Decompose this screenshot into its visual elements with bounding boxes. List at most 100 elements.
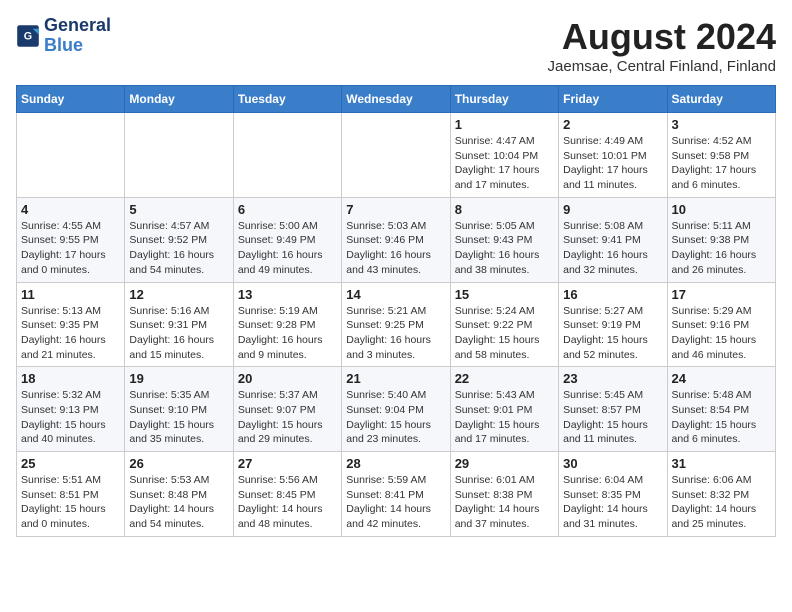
weekday-header-row: SundayMondayTuesdayWednesdayThursdayFrid… [17, 86, 776, 113]
month-year-title: August 2024 [548, 16, 776, 58]
calendar-cell [233, 113, 341, 198]
day-info: Sunrise: 5:43 AM Sunset: 9:01 PM Dayligh… [455, 388, 554, 447]
day-info: Sunrise: 4:57 AM Sunset: 9:52 PM Dayligh… [129, 219, 228, 278]
calendar-cell: 25Sunrise: 5:51 AM Sunset: 8:51 PM Dayli… [17, 452, 125, 537]
day-info: Sunrise: 6:01 AM Sunset: 8:38 PM Dayligh… [455, 473, 554, 532]
calendar-cell: 17 Sunrise: 5:29 AM Sunset: 9:16 PM Dayli… [667, 282, 775, 367]
calendar-cell [17, 113, 125, 198]
day-info: Sunrise: 5:51 AM Sunset: 8:51 PM Dayligh… [21, 473, 120, 532]
day-info: Sunrise: 5:16 AM Sunset: 9:31 PM Dayligh… [129, 304, 228, 363]
calendar-cell: 11 Sunrise: 5:13 AM Sunset: 9:35 PM Dayli… [17, 282, 125, 367]
weekday-header: Saturday [667, 86, 775, 113]
calendar-cell: 29 Sunrise: 6:01 AM Sunset: 8:38 PM Dayli… [450, 452, 558, 537]
calendar-cell: 10 Sunrise: 5:11 AM Sunset: 9:38 PM Dayli… [667, 197, 775, 282]
calendar-cell: 28 Sunrise: 5:59 AM Sunset: 8:41 PM Dayli… [342, 452, 450, 537]
day-info: Sunrise: 4:49 AM Sunset: 10:01 PM Daylig… [563, 134, 662, 193]
day-info: Sunrise: 5:37 AM Sunset: 9:07 PM Dayligh… [238, 388, 337, 447]
weekday-header: Monday [125, 86, 233, 113]
calendar-cell: 18Sunrise: 5:32 AM Sunset: 9:13 PM Dayli… [17, 367, 125, 452]
day-number: 1 [455, 117, 554, 132]
day-number: 4 [21, 202, 120, 217]
day-info: Sunrise: 5:00 AM Sunset: 9:49 PM Dayligh… [238, 219, 337, 278]
day-number: 27 [238, 456, 337, 471]
calendar-cell: 12 Sunrise: 5:16 AM Sunset: 9:31 PM Dayli… [125, 282, 233, 367]
weekday-header: Thursday [450, 86, 558, 113]
day-info: Sunrise: 5:59 AM Sunset: 8:41 PM Dayligh… [346, 473, 445, 532]
logo: G General Blue [16, 16, 111, 56]
day-info: Sunrise: 5:48 AM Sunset: 8:54 PM Dayligh… [672, 388, 771, 447]
day-number: 18 [21, 371, 120, 386]
weekday-header: Sunday [17, 86, 125, 113]
calendar-cell: 23 Sunrise: 5:45 AM Sunset: 8:57 PM Dayli… [559, 367, 667, 452]
calendar-week-row: 1 Sunrise: 4:47 AM Sunset: 10:04 PM Dayli… [17, 113, 776, 198]
calendar-cell: 1 Sunrise: 4:47 AM Sunset: 10:04 PM Dayli… [450, 113, 558, 198]
day-number: 19 [129, 371, 228, 386]
logo-line2: Blue [44, 35, 83, 55]
day-number: 21 [346, 371, 445, 386]
svg-text:G: G [24, 30, 32, 42]
day-number: 17 [672, 287, 771, 302]
day-number: 12 [129, 287, 228, 302]
day-info: Sunrise: 5:08 AM Sunset: 9:41 PM Dayligh… [563, 219, 662, 278]
title-section: August 2024 Jaemsae, Central Finland, Fi… [548, 16, 776, 75]
calendar-cell: 14 Sunrise: 5:21 AM Sunset: 9:25 PM Dayli… [342, 282, 450, 367]
day-number: 23 [563, 371, 662, 386]
calendar-week-row: 4Sunrise: 4:55 AM Sunset: 9:55 PM Daylig… [17, 197, 776, 282]
day-info: Sunrise: 5:21 AM Sunset: 9:25 PM Dayligh… [346, 304, 445, 363]
day-info: Sunrise: 5:13 AM Sunset: 9:35 PM Dayligh… [21, 304, 120, 363]
day-info: Sunrise: 5:53 AM Sunset: 8:48 PM Dayligh… [129, 473, 228, 532]
logo-line1: General [44, 16, 111, 36]
day-number: 3 [672, 117, 771, 132]
calendar-cell: 13 Sunrise: 5:19 AM Sunset: 9:28 PM Dayli… [233, 282, 341, 367]
logo-icon: G [16, 24, 40, 48]
day-info: Sunrise: 6:04 AM Sunset: 8:35 PM Dayligh… [563, 473, 662, 532]
calendar-cell: 22 Sunrise: 5:43 AM Sunset: 9:01 PM Dayli… [450, 367, 558, 452]
day-info: Sunrise: 5:45 AM Sunset: 8:57 PM Dayligh… [563, 388, 662, 447]
day-number: 9 [563, 202, 662, 217]
day-number: 24 [672, 371, 771, 386]
calendar-cell: 8Sunrise: 5:05 AM Sunset: 9:43 PM Daylig… [450, 197, 558, 282]
logo-text: General Blue [44, 16, 111, 56]
calendar-cell: 30 Sunrise: 6:04 AM Sunset: 8:35 PM Dayli… [559, 452, 667, 537]
calendar-cell: 19 Sunrise: 5:35 AM Sunset: 9:10 PM Dayli… [125, 367, 233, 452]
calendar-cell: 2 Sunrise: 4:49 AM Sunset: 10:01 PM Dayli… [559, 113, 667, 198]
day-number: 11 [21, 287, 120, 302]
calendar-cell [342, 113, 450, 198]
day-number: 2 [563, 117, 662, 132]
day-number: 28 [346, 456, 445, 471]
day-number: 31 [672, 456, 771, 471]
day-number: 30 [563, 456, 662, 471]
calendar-cell: 31Sunrise: 6:06 AM Sunset: 8:32 PM Dayli… [667, 452, 775, 537]
day-number: 7 [346, 202, 445, 217]
day-info: Sunrise: 5:24 AM Sunset: 9:22 PM Dayligh… [455, 304, 554, 363]
day-info: Sunrise: 5:11 AM Sunset: 9:38 PM Dayligh… [672, 219, 771, 278]
calendar-table: SundayMondayTuesdayWednesdayThursdayFrid… [16, 85, 776, 537]
calendar-week-row: 11 Sunrise: 5:13 AM Sunset: 9:35 PM Dayli… [17, 282, 776, 367]
day-info: Sunrise: 4:47 AM Sunset: 10:04 PM Daylig… [455, 134, 554, 193]
day-number: 22 [455, 371, 554, 386]
day-number: 5 [129, 202, 228, 217]
day-number: 6 [238, 202, 337, 217]
page-header: G General Blue August 2024 Jaemsae, Cent… [16, 16, 776, 75]
day-info: Sunrise: 5:29 AM Sunset: 9:16 PM Dayligh… [672, 304, 771, 363]
day-number: 29 [455, 456, 554, 471]
day-info: Sunrise: 5:35 AM Sunset: 9:10 PM Dayligh… [129, 388, 228, 447]
location-subtitle: Jaemsae, Central Finland, Finland [548, 58, 776, 75]
calendar-cell: 16Sunrise: 5:27 AM Sunset: 9:19 PM Dayli… [559, 282, 667, 367]
day-number: 26 [129, 456, 228, 471]
calendar-cell: 5 Sunrise: 4:57 AM Sunset: 9:52 PM Daylig… [125, 197, 233, 282]
day-number: 20 [238, 371, 337, 386]
calendar-cell: 21Sunrise: 5:40 AM Sunset: 9:04 PM Dayli… [342, 367, 450, 452]
day-number: 13 [238, 287, 337, 302]
day-info: Sunrise: 5:56 AM Sunset: 8:45 PM Dayligh… [238, 473, 337, 532]
calendar-cell: 6 Sunrise: 5:00 AM Sunset: 9:49 PM Daylig… [233, 197, 341, 282]
day-number: 14 [346, 287, 445, 302]
calendar-cell: 27 Sunrise: 5:56 AM Sunset: 8:45 PM Dayli… [233, 452, 341, 537]
day-number: 15 [455, 287, 554, 302]
day-info: Sunrise: 5:19 AM Sunset: 9:28 PM Dayligh… [238, 304, 337, 363]
day-number: 8 [455, 202, 554, 217]
day-number: 10 [672, 202, 771, 217]
day-number: 16 [563, 287, 662, 302]
calendar-cell: 24 Sunrise: 5:48 AM Sunset: 8:54 PM Dayli… [667, 367, 775, 452]
calendar-cell: 26 Sunrise: 5:53 AM Sunset: 8:48 PM Dayli… [125, 452, 233, 537]
